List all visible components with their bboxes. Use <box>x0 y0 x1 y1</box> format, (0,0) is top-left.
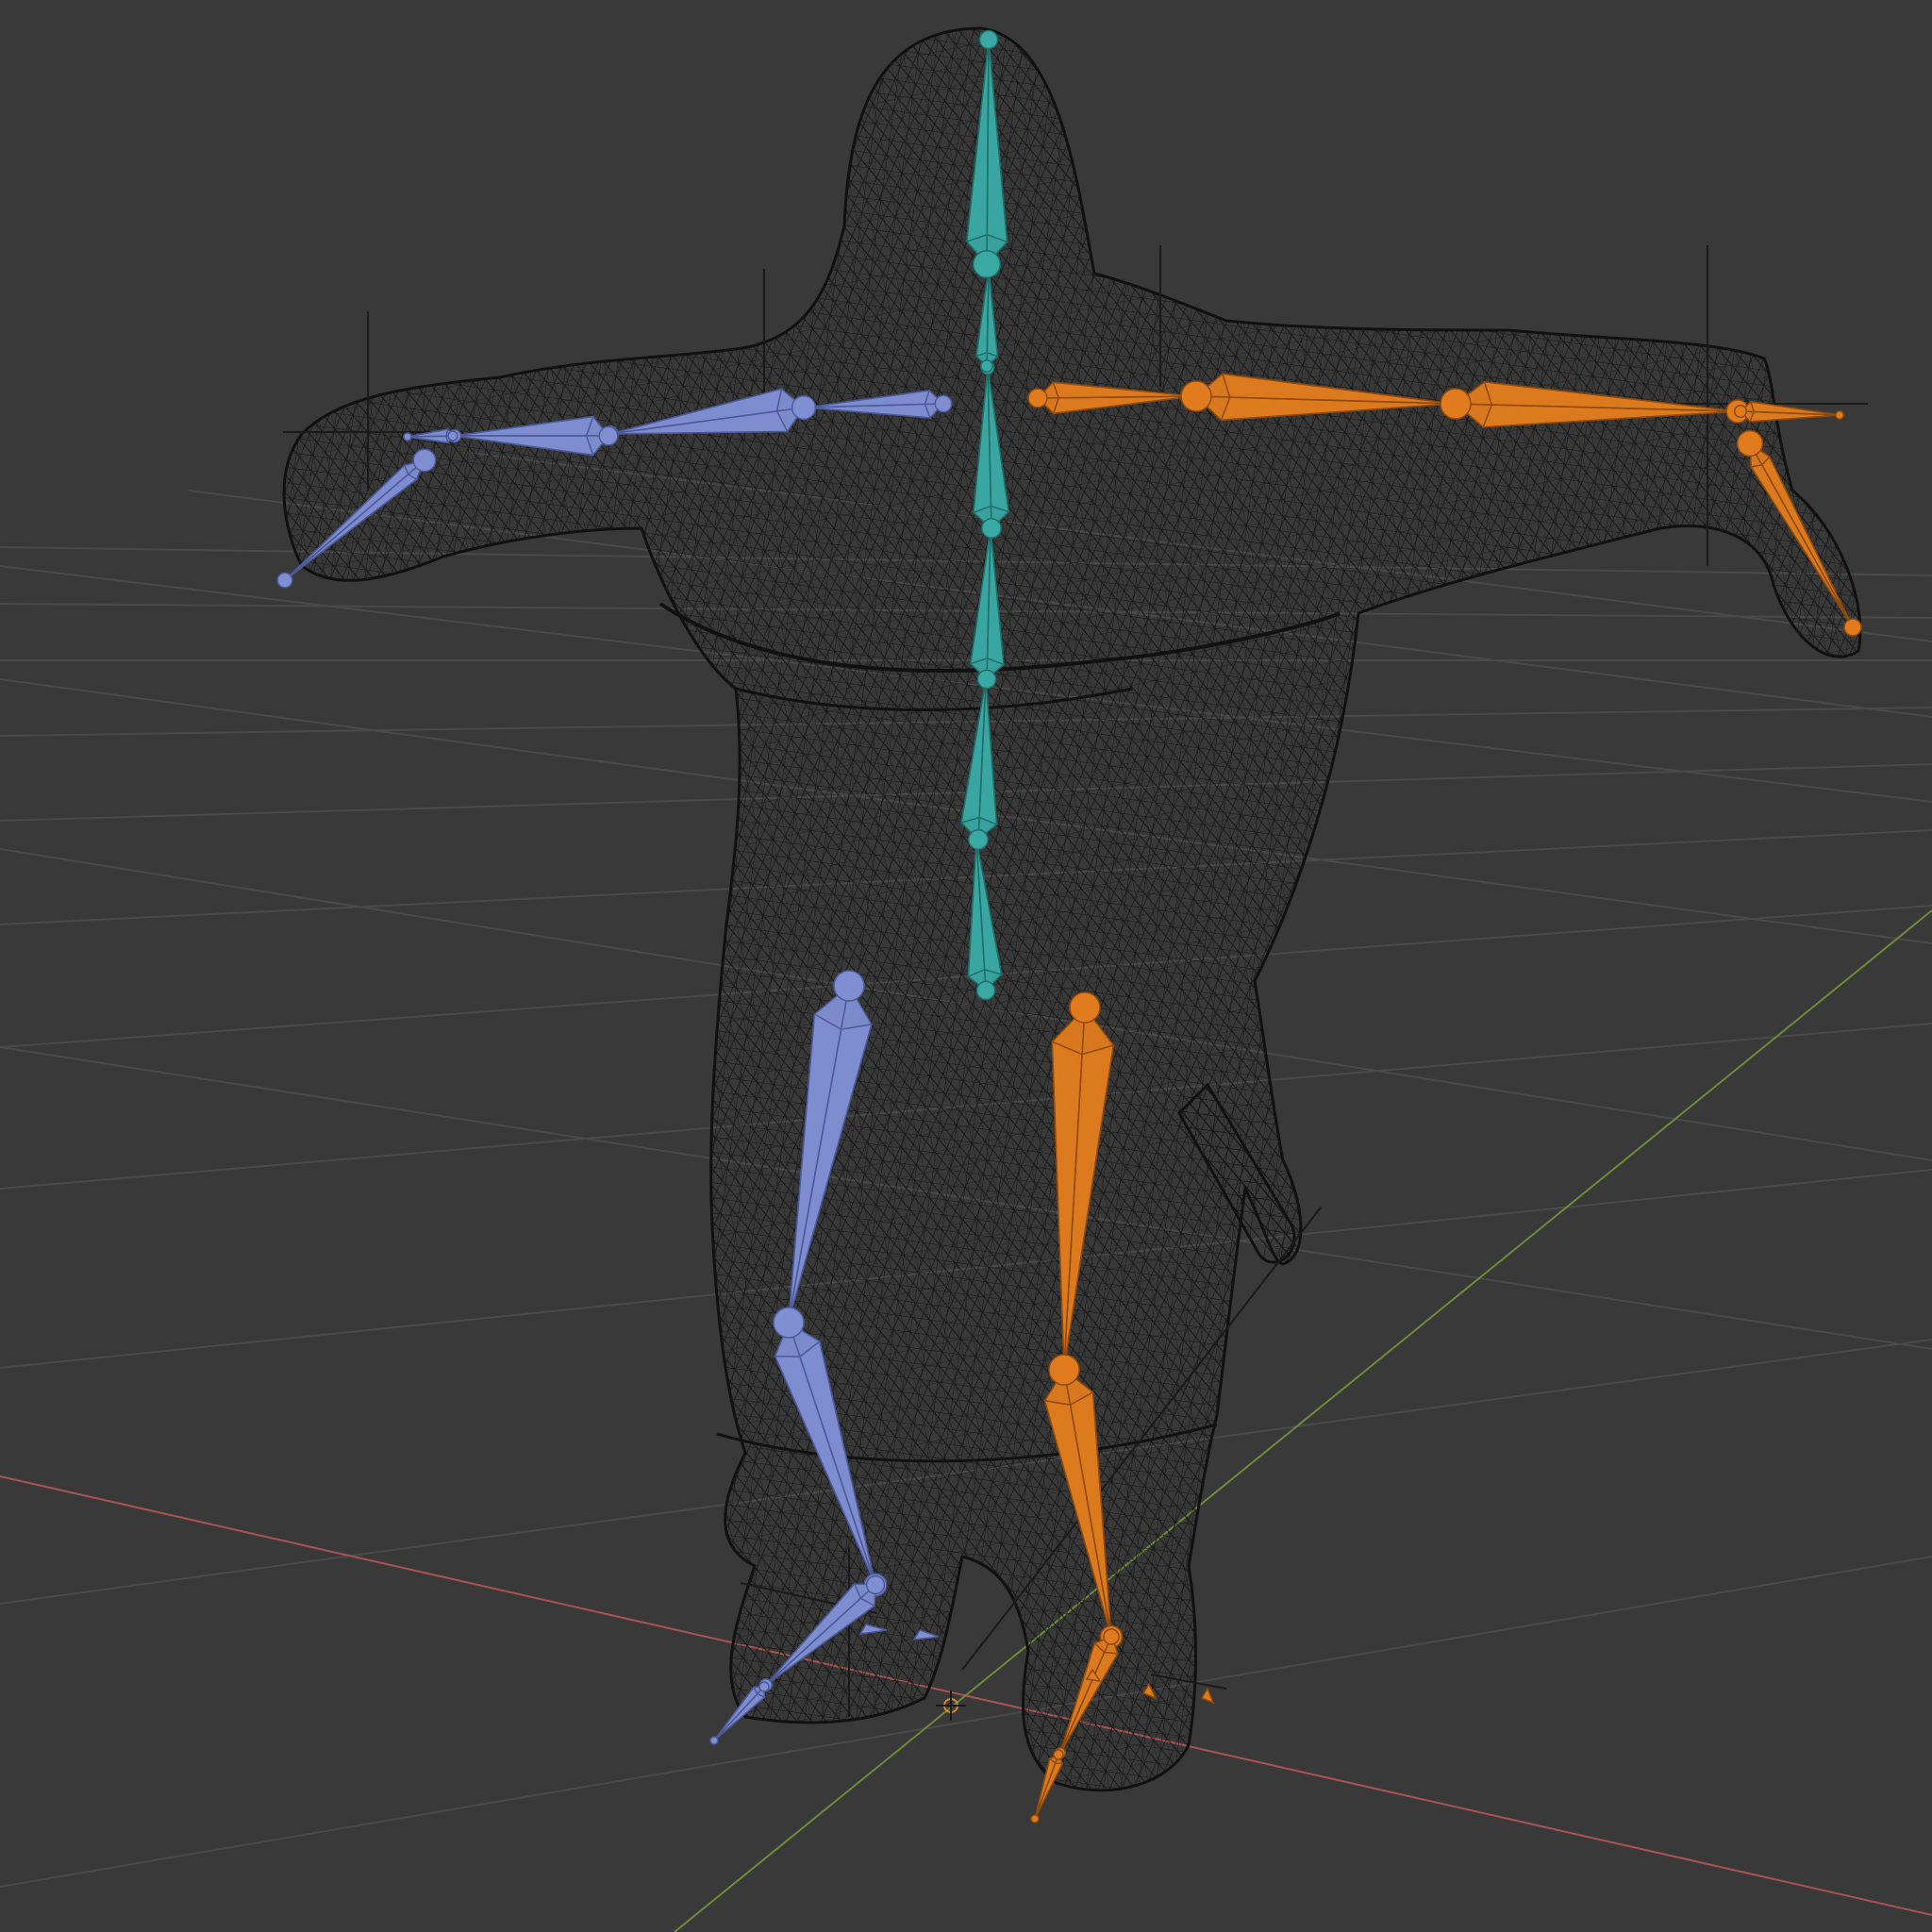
bone-spine-3-head-joint[interactable] <box>976 669 997 690</box>
bone-thigh-right-head-joint[interactable] <box>1069 991 1101 1024</box>
bone-forearm-left-head-joint[interactable] <box>598 425 619 446</box>
bone-finger-right-tail-joint[interactable] <box>1843 618 1862 637</box>
bone-upperarm-right-head-joint[interactable] <box>1180 380 1212 412</box>
viewport-scene[interactable] <box>0 0 1932 1932</box>
bone-spine-2-head-joint[interactable] <box>968 829 989 850</box>
3d-viewport[interactable] <box>0 0 1932 1932</box>
bone-spine-1-head-joint[interactable] <box>975 980 996 1001</box>
bone-forearm-right-head-joint[interactable] <box>1440 388 1472 420</box>
bone-finger-left-head-joint[interactable] <box>412 448 437 473</box>
bone-shoulder-right-head-joint[interactable] <box>1027 388 1048 408</box>
bone-chest-head-joint[interactable] <box>981 518 1002 539</box>
bone-shoulder-left-head-joint[interactable] <box>934 394 953 413</box>
bone-finger-left-tail-joint[interactable] <box>276 572 293 589</box>
bone-foot-left-head-joint[interactable] <box>865 1574 886 1595</box>
bone-hand-right-head-joint[interactable] <box>1733 404 1748 419</box>
bone-head-tail-joint[interactable] <box>978 29 999 50</box>
bone-toe-left-head-joint[interactable] <box>758 1681 770 1692</box>
bone-hand-right-tail-joint[interactable] <box>1835 410 1844 420</box>
bone-hand-left-tail-joint[interactable] <box>403 432 412 441</box>
bone-shin-left-head-joint[interactable] <box>773 1307 805 1339</box>
bone-thigh-left-head-joint[interactable] <box>833 970 865 1002</box>
bone-hand-right[interactable] <box>1733 400 1844 423</box>
bone-foot-right-head-joint[interactable] <box>1103 1628 1120 1645</box>
bone-neck-head-joint[interactable] <box>980 359 993 373</box>
bone-toe-left-tail-joint[interactable] <box>709 1736 719 1745</box>
bone-toe-right-tail-joint[interactable] <box>1030 1814 1040 1824</box>
bone-heel-right-b[interactable] <box>1200 1687 1215 1705</box>
bone-shin-right-head-joint[interactable] <box>1048 1354 1080 1386</box>
bone-head-head-joint[interactable] <box>972 249 1002 279</box>
character-mesh-wireframe[interactable] <box>282 26 1862 1792</box>
bone-upperarm-left-head-joint[interactable] <box>791 394 817 421</box>
bone-hand-left-head-joint[interactable] <box>447 430 458 441</box>
bone-finger-right-head-joint[interactable] <box>1736 429 1764 458</box>
bone-toe-right-head-joint[interactable] <box>1053 1749 1064 1760</box>
